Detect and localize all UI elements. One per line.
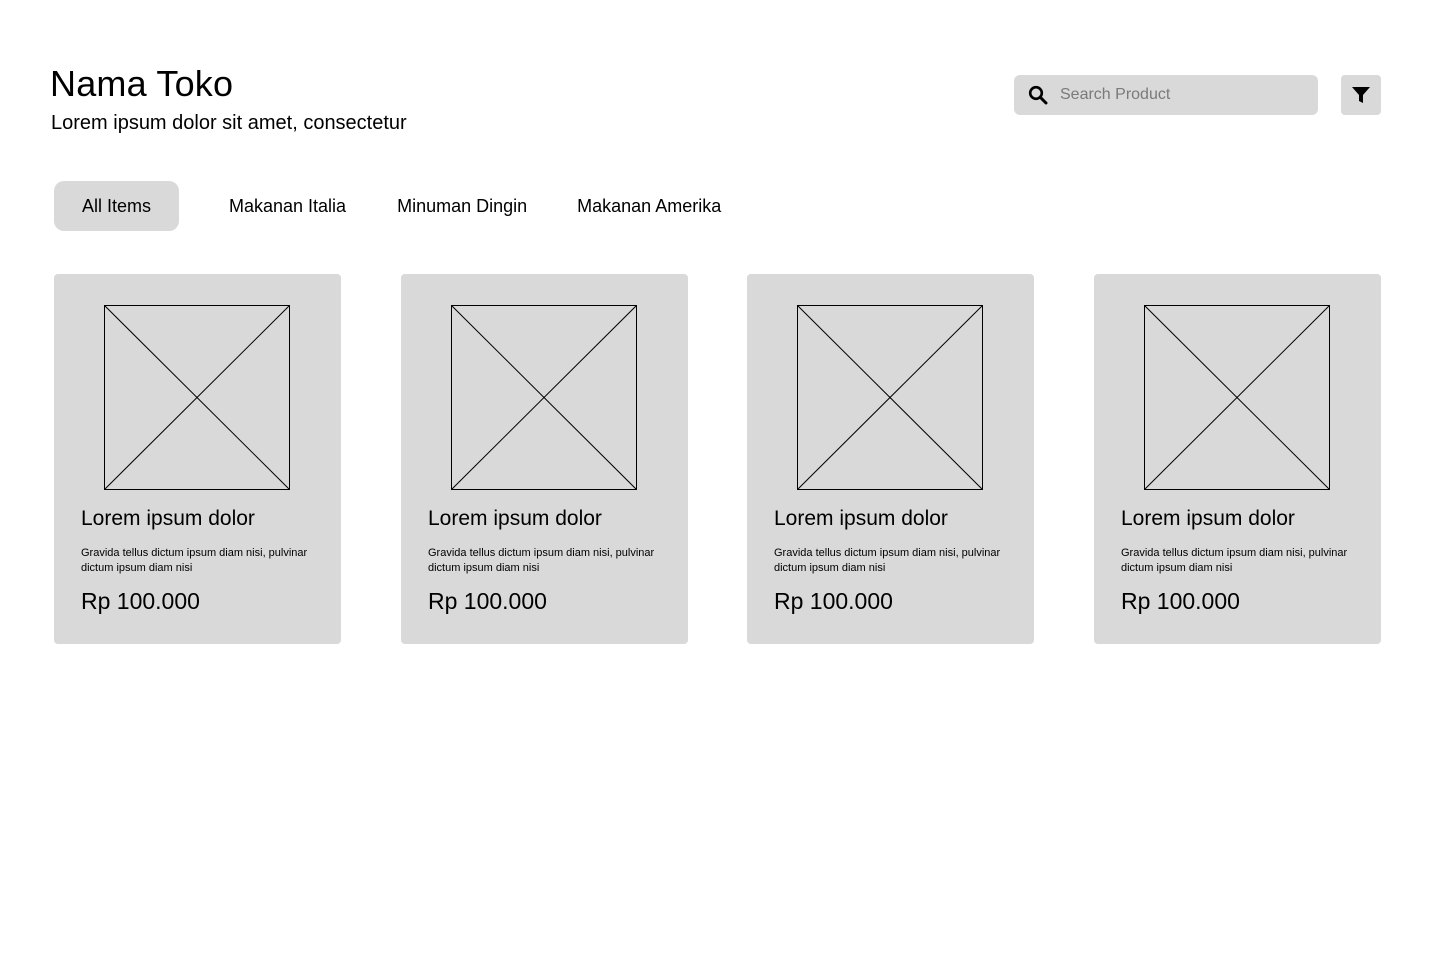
filter-icon [1352,87,1370,103]
product-card[interactable]: Lorem ipsum dolor Gravida tellus dictum … [747,274,1034,644]
product-description: Gravida tellus dictum ipsum diam nisi, p… [81,547,308,574]
search-icon [1028,85,1048,105]
product-card[interactable]: Lorem ipsum dolor Gravida tellus dictum … [401,274,688,644]
product-description: Gravida tellus dictum ipsum diam nisi, p… [774,547,1001,574]
product-title: Lorem ipsum dolor [81,507,255,530]
product-description: Gravida tellus dictum ipsum diam nisi, p… [428,547,655,574]
product-price: Rp 100.000 [81,588,200,614]
product-title: Lorem ipsum dolor [774,507,948,530]
product-price: Rp 100.000 [428,588,547,614]
search-box[interactable] [1014,75,1318,115]
category-tabs: All Items Makanan Italia Minuman Dingin … [54,181,721,231]
page: Nama Toko Lorem ipsum dolor sit amet, co… [0,0,1440,960]
image-placeholder-icon [797,305,983,490]
image-placeholder-icon [451,305,637,490]
search-input[interactable] [1060,75,1310,115]
tab-all-items[interactable]: All Items [54,181,179,231]
product-card[interactable]: Lorem ipsum dolor Gravida tellus dictum … [1094,274,1381,644]
store-title: Nama Toko [50,63,234,104]
product-card[interactable]: Lorem ipsum dolor Gravida tellus dictum … [54,274,341,644]
product-description: Gravida tellus dictum ipsum diam nisi, p… [1121,547,1348,574]
product-price: Rp 100.000 [1121,588,1240,614]
tab-minuman-dingin[interactable]: Minuman Dingin [397,181,527,231]
tab-makanan-italia[interactable]: Makanan Italia [229,181,346,231]
image-placeholder-icon [104,305,290,490]
product-title: Lorem ipsum dolor [1121,507,1295,530]
store-subtitle: Lorem ipsum dolor sit amet, consectetur [51,112,407,134]
image-placeholder-icon [1144,305,1330,490]
tab-makanan-amerika[interactable]: Makanan Amerika [577,181,721,231]
filter-button[interactable] [1341,75,1381,115]
product-title: Lorem ipsum dolor [428,507,602,530]
product-price: Rp 100.000 [774,588,893,614]
